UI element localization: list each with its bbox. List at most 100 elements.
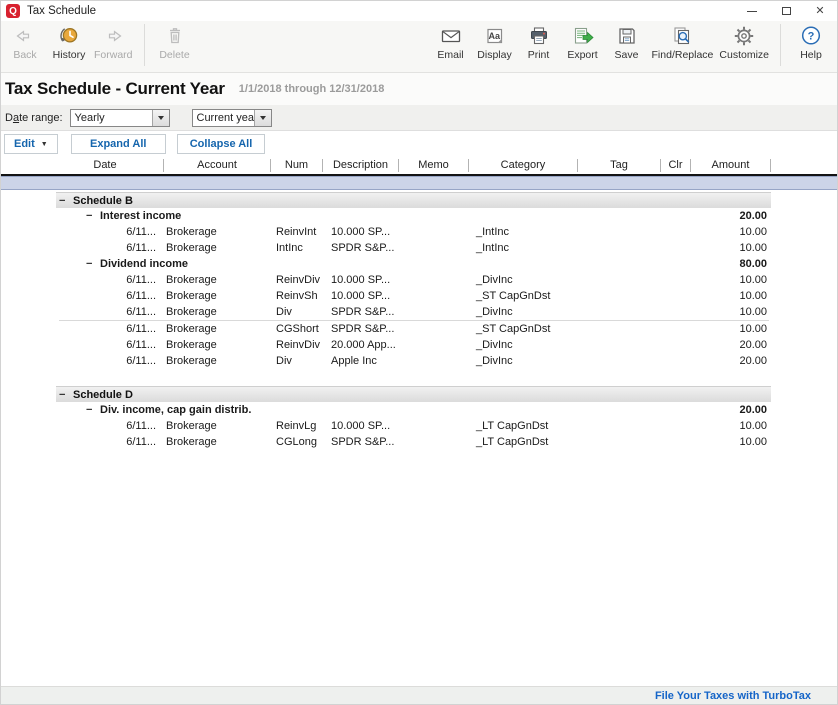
cell-desc: 10.000 SP... — [323, 288, 399, 304]
cell-clr — [661, 304, 691, 320]
forward-arrow-icon — [100, 23, 126, 49]
cell-tag — [578, 434, 661, 450]
cell-clr — [661, 353, 691, 369]
section-row: −Schedule D — [1, 384, 837, 402]
transaction-row[interactable]: 6/11...BrokerageReinvLg10.000 SP..._LT C… — [1, 418, 837, 434]
transaction-row[interactable]: 6/11...BrokerageReinvInt10.000 SP..._Int… — [1, 224, 837, 240]
toolbar-button-history[interactable]: History — [47, 23, 91, 61]
subsection-label: Interest income — [100, 210, 181, 222]
quicken-logo-icon: Q — [6, 4, 20, 18]
cell-category: _DivInc — [469, 353, 578, 369]
collapse-toggle[interactable]: − — [59, 389, 73, 401]
cell-memo — [399, 321, 469, 337]
toolbar-button-print[interactable]: Print — [517, 23, 561, 61]
collapse-toggle[interactable]: − — [86, 258, 100, 270]
cell-memo — [399, 434, 469, 450]
cell-amount: 10.00 — [691, 434, 771, 450]
toolbar-button-delete[interactable]: Delete — [153, 23, 197, 61]
cell-amount: 10.00 — [691, 304, 771, 320]
transaction-row[interactable]: 6/11...BrokerageReinvSh10.000 SP..._ST C… — [1, 288, 837, 304]
section-row: −Schedule B — [1, 190, 837, 208]
cell-desc: SPDR S&P... — [323, 321, 399, 337]
cell-desc: 10.000 SP... — [323, 224, 399, 240]
chevron-down-icon[interactable] — [152, 110, 169, 126]
cell-category: _DivInc — [469, 304, 578, 320]
toolbar-button-save[interactable]: Save — [605, 23, 649, 61]
cell-account: Brokerage — [164, 304, 271, 320]
cell-category: _DivInc — [469, 272, 578, 288]
collapse-all-button[interactable]: Collapse All — [177, 134, 266, 154]
cell-desc: SPDR S&P... — [323, 434, 399, 450]
cell-tag — [578, 224, 661, 240]
cell-clr — [661, 321, 691, 337]
transaction-row[interactable]: 6/11...BrokerageDivApple Inc_DivInc20.00 — [1, 353, 837, 369]
column-header-date: Date — [1, 159, 164, 172]
cell-date: 6/11... — [1, 224, 164, 240]
toolbar-button-find-replace[interactable]: Find/Replace — [649, 23, 717, 61]
maximize-button[interactable] — [769, 1, 803, 21]
save-floppy-icon — [614, 23, 640, 49]
close-button[interactable]: ✕ — [803, 1, 837, 21]
toolbar-button-export[interactable]: Export — [561, 23, 605, 61]
expand-all-button[interactable]: Expand All — [71, 134, 166, 154]
cell-date: 6/11... — [1, 353, 164, 369]
cell-amount: 20.00 — [691, 353, 771, 369]
cell-category: _ST CapGnDst — [469, 288, 578, 304]
edit-menu-button[interactable]: Edit▼ — [4, 134, 58, 154]
transaction-row[interactable]: 6/11...BrokerageCGLongSPDR S&P..._LT Cap… — [1, 434, 837, 450]
column-header-description: Description — [323, 159, 399, 172]
cell-memo — [399, 353, 469, 369]
transaction-row[interactable]: 6/11...BrokerageReinvDiv10.000 SP..._Div… — [1, 272, 837, 288]
cell-account: Brokerage — [164, 353, 271, 369]
minimize-icon — [747, 11, 757, 12]
cell-tag — [578, 337, 661, 353]
toolbar-button-display[interactable]: Aa Display — [473, 23, 517, 61]
section-band: −Schedule D — [56, 386, 771, 402]
subsection-row: −Div. income, cap gain distrib.20.00 — [1, 402, 837, 418]
collapse-toggle[interactable]: − — [59, 195, 73, 207]
date-range-period-dropdown[interactable]: Current year — [192, 109, 272, 127]
cell-account: Brokerage — [164, 321, 271, 337]
toolbar-button-back[interactable]: Back — [3, 23, 47, 61]
toolbar-button-forward[interactable]: Forward — [91, 23, 136, 61]
subsection-label: Div. income, cap gain distrib. — [100, 404, 251, 416]
column-header-account: Account — [164, 159, 271, 172]
toolbar-button-email[interactable]: Email — [429, 23, 473, 61]
cell-memo — [399, 272, 469, 288]
cell-desc: 10.000 SP... — [323, 418, 399, 434]
title-bar: Q Tax Schedule ✕ — [1, 1, 837, 21]
printer-icon — [526, 23, 552, 49]
email-envelope-icon — [438, 23, 464, 49]
collapse-toggle[interactable]: − — [86, 404, 100, 416]
selected-row[interactable] — [1, 176, 837, 190]
cell-num: ReinvSh — [271, 288, 323, 304]
cell-amount: 10.00 — [691, 418, 771, 434]
cell-desc: SPDR S&P... — [323, 240, 399, 256]
minimize-button[interactable] — [735, 1, 769, 21]
cell-clr — [661, 337, 691, 353]
turbotax-link[interactable]: File Your Taxes with TurboTax — [655, 690, 811, 702]
cell-tag — [578, 272, 661, 288]
cell-date: 6/11... — [1, 321, 164, 337]
cell-amount: 10.00 — [691, 321, 771, 337]
cell-account: Brokerage — [164, 240, 271, 256]
transaction-row[interactable]: 6/11...BrokerageCGShortSPDR S&P..._ST Ca… — [1, 321, 837, 337]
collapse-toggle[interactable]: − — [86, 210, 100, 222]
cell-desc: 20.000 App... — [323, 337, 399, 353]
cell-date: 6/11... — [1, 434, 164, 450]
date-range-interval-dropdown[interactable]: Yearly — [70, 109, 170, 127]
cell-num: Div — [271, 304, 323, 320]
transaction-row[interactable]: 6/11...BrokerageIntIncSPDR S&P..._IntInc… — [1, 240, 837, 256]
chevron-down-icon[interactable] — [254, 110, 271, 126]
toolbar-button-customize[interactable]: Customize — [716, 23, 772, 61]
cell-desc: Apple Inc — [323, 353, 399, 369]
toolbar-button-help[interactable]: ? Help — [789, 23, 833, 61]
action-bar: Edit▼ Expand All Collapse All — [1, 131, 837, 157]
cell-date: 6/11... — [1, 272, 164, 288]
cell-num: IntInc — [271, 240, 323, 256]
caret-down-icon: ▼ — [41, 141, 48, 148]
cell-desc: SPDR S&P... — [323, 304, 399, 320]
transaction-row[interactable]: 6/11...BrokerageDivSPDR S&P..._DivInc10.… — [1, 304, 837, 320]
cell-memo — [399, 240, 469, 256]
transaction-row[interactable]: 6/11...BrokerageReinvDiv20.000 App..._Di… — [1, 337, 837, 353]
